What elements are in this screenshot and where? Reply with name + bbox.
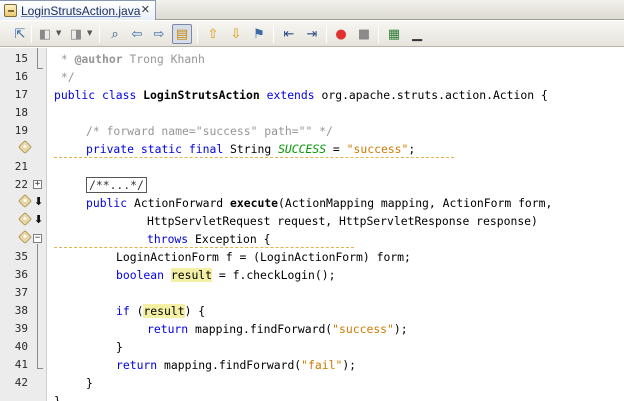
shift-left-icon[interactable]: ⇤ — [279, 24, 299, 44]
collapsed-javadoc[interactable]: /**...*/ — [86, 177, 147, 193]
line-number: 18 — [14, 106, 28, 119]
code-line: */ — [54, 70, 75, 84]
toggle-bookmark-icon[interactable]: ⚑ — [249, 24, 269, 44]
code-line: } — [116, 340, 123, 354]
highlighted-occurrence: result — [143, 304, 185, 318]
toolbar-separator — [273, 25, 274, 43]
back-icon[interactable]: ◧ — [35, 24, 55, 44]
toolbar-separator — [326, 25, 327, 43]
find-previous-icon[interactable]: ⇦ — [127, 24, 147, 44]
fold-guide — [37, 244, 38, 368]
line-number: 42 — [14, 376, 28, 389]
toolbar-separator — [378, 25, 379, 43]
close-tab-icon[interactable]: ✕ — [141, 3, 150, 16]
last-edit-icon[interactable]: ⇱ — [10, 24, 30, 44]
override-arrow-icon[interactable]: ⬇ — [34, 196, 43, 207]
fold-guide-end — [37, 368, 43, 369]
annotation-tag-icon — [17, 229, 33, 245]
editor-toolbar: ⇱ ◧ ▼ ◨ ▼ ⌕ ⇦ ⇨ ▤ ⇧ ⇩ ⚑ ⇤ ⇥ ● ■ ▦ ▁ — [0, 21, 624, 47]
toggle-highlight-icon[interactable]: ▤ — [172, 24, 192, 44]
code-line: HttpServletRequest request, HttpServletR… — [147, 214, 538, 228]
warning-underline — [54, 247, 354, 248]
code-editor[interactable]: 15 16 17 18 19 21 22 ⬇ ⬇ 35 36 37 38 39 … — [0, 48, 624, 401]
previous-bookmark-icon[interactable]: ⇧ — [203, 24, 223, 44]
line-number: 35 — [14, 250, 28, 263]
back-dropdown-icon[interactable]: ▼ — [56, 29, 61, 37]
highlighted-occurrence: result — [170, 268, 213, 282]
code-line: public ActionForward execute(ActionMappi… — [86, 196, 553, 210]
fold-expand-icon[interactable]: + — [33, 180, 42, 189]
code-line: public class LoginStrutsAction extends o… — [54, 88, 548, 102]
fold-guide-end — [37, 68, 43, 69]
line-number: 36 — [14, 268, 28, 281]
editor-tab-strip: LoginStrutsAction.java ✕ — [0, 0, 624, 20]
comment-icon[interactable]: ▦ — [384, 24, 404, 44]
code-line: if (result) { — [116, 304, 206, 318]
annotation-tag-icon — [17, 211, 33, 227]
code-line: } — [86, 376, 93, 390]
fold-guide — [37, 48, 38, 68]
line-number-gutter[interactable]: 15 16 17 18 19 21 22 ⬇ ⬇ 35 36 37 38 39 … — [0, 48, 47, 401]
line-number: 15 — [14, 52, 28, 65]
code-line: boolean result = f.checkLogin(); — [116, 268, 336, 282]
toolbar-separator — [31, 25, 32, 43]
code-line: * @author Trong Khanh — [54, 52, 205, 66]
code-line: private static final String SUCCESS = "s… — [86, 142, 416, 156]
line-number: 39 — [14, 322, 28, 335]
line-number: 22 — [14, 178, 28, 191]
warning-underline — [54, 157, 454, 158]
annotation-tag-icon — [17, 139, 33, 155]
fold-collapse-icon[interactable]: − — [33, 234, 42, 243]
line-number: 40 — [14, 340, 28, 353]
code-line: return mapping.findForward("success"); — [147, 322, 408, 336]
toolbar-separator — [197, 25, 198, 43]
code-line: } — [54, 394, 61, 401]
code-line: LoginActionForm f = (LoginActionForm) fo… — [116, 250, 411, 264]
next-bookmark-icon[interactable]: ⇩ — [226, 24, 246, 44]
start-macro-icon[interactable]: ● — [331, 24, 351, 44]
line-number: 38 — [14, 304, 28, 317]
code-line: return mapping.findForward("fail"); — [116, 358, 357, 372]
toolbar-separator — [99, 25, 100, 43]
stop-macro-icon[interactable]: ■ — [354, 24, 374, 44]
forward-icon[interactable]: ◨ — [66, 24, 86, 44]
line-number: 19 — [14, 124, 28, 137]
find-next-icon[interactable]: ⇨ — [149, 24, 169, 44]
code-text-area[interactable]: * @author Trong Khanh */ public class Lo… — [48, 48, 624, 401]
editor-tab-loginstrutsaction[interactable]: LoginStrutsAction.java ✕ — [0, 0, 156, 20]
code-line: /* forward name="success" path="" */ — [86, 124, 333, 138]
java-file-icon — [4, 4, 17, 17]
find-selection-icon[interactable]: ⌕ — [105, 24, 125, 44]
tab-title: LoginStrutsAction.java — [21, 3, 141, 18]
forward-dropdown-icon[interactable]: ▼ — [87, 29, 92, 37]
code-line: /**...*/ — [86, 176, 147, 194]
line-number: 16 — [14, 70, 28, 83]
line-number: 41 — [14, 358, 28, 371]
code-line: throws Exception { — [147, 232, 271, 246]
shift-right-icon[interactable]: ⇥ — [302, 24, 322, 44]
line-number: 21 — [14, 160, 28, 173]
annotation-tag-icon — [17, 193, 33, 209]
line-number: 17 — [14, 88, 28, 101]
uncomment-icon[interactable]: ▁ — [407, 24, 427, 44]
line-number: 37 — [14, 286, 28, 299]
override-arrow-icon[interactable]: ⬇ — [34, 214, 43, 225]
